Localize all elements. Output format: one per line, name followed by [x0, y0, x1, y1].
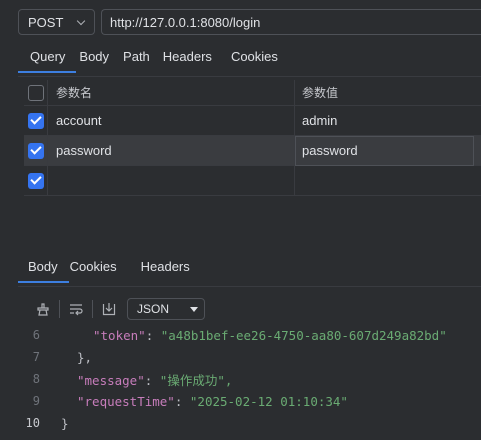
code-line: 9 "requestTime": "2025-02-12 01:10:34"	[0, 390, 481, 412]
json-key: "token"	[93, 327, 146, 343]
download-icon[interactable]	[95, 295, 123, 323]
url-text: http://127.0.0.1:8080/login	[110, 14, 261, 30]
row-check-cell	[24, 136, 48, 165]
line-number: 7	[32, 350, 40, 364]
tab-headers[interactable]: Headers	[163, 39, 226, 73]
param-name-cell[interactable]: account	[48, 106, 295, 135]
row-checkbox[interactable]	[27, 112, 44, 129]
param-value-cell[interactable]: admin	[295, 106, 481, 135]
code-line: 6 "token": "a48b1bef-ee26-4750-aa80-607d…	[0, 324, 481, 346]
params-table: 参数名 参数值 account admin password password	[24, 80, 481, 196]
json-key: "message"	[77, 372, 145, 388]
format-select[interactable]: JSON	[127, 298, 205, 320]
method-select[interactable]: POST	[18, 9, 95, 35]
table-header: 参数名 参数值	[24, 80, 481, 106]
chevron-down-icon	[76, 17, 86, 27]
tab-cookies[interactable]: Cookies	[226, 39, 278, 73]
code-line: 10 }	[0, 412, 481, 434]
row-check-cell	[24, 106, 48, 135]
code-text: "requestTime": "2025-02-12 01:10:34"	[77, 393, 348, 409]
tab-query[interactable]: Query	[18, 39, 77, 73]
caret-down-icon	[190, 306, 198, 312]
tab-path-label: Path	[123, 48, 150, 64]
request-bar: POST http://127.0.0.1:8080/login	[18, 9, 481, 35]
response-tabs: Body Cookies Headers	[18, 249, 190, 283]
code-text: "message": "操作成功",	[77, 372, 233, 388]
tab-response-headers[interactable]: Headers	[130, 249, 190, 283]
line-number: 10	[25, 416, 40, 430]
toolbar-separator	[92, 300, 93, 318]
response-tabs-divider	[18, 286, 481, 287]
code-text: },	[77, 349, 93, 365]
request-tabs: Query Body Path Headers Cookies	[18, 39, 278, 73]
param-value-editor[interactable]: password	[295, 135, 474, 166]
header-check-cell	[24, 80, 48, 105]
tab-body[interactable]: Body	[76, 39, 123, 73]
tab-response-cookies[interactable]: Cookies	[69, 249, 130, 283]
line-number: 8	[32, 372, 40, 386]
json-string: "2025-02-12 01:10:34"	[189, 393, 348, 409]
toolbar-separator	[59, 300, 60, 318]
tab-headers-label: Headers	[162, 48, 212, 64]
code-line: 8 "message": "操作成功",	[0, 368, 481, 390]
table-row: account admin	[24, 106, 481, 136]
select-all-checkbox[interactable]	[27, 84, 44, 101]
tab-response-headers-label: Headers	[140, 258, 190, 274]
param-value-cell[interactable]: password	[295, 135, 481, 166]
tab-response-body[interactable]: Body	[18, 249, 69, 283]
tabs-divider	[18, 76, 481, 77]
param-value-text: password	[302, 143, 358, 158]
tab-response-cookies-label: Cookies	[69, 258, 117, 274]
soft-wrap-icon[interactable]	[62, 295, 90, 323]
json-string: "a48b1bef-ee26-4750-aa80-607d249a82bd"	[160, 327, 447, 343]
code-text: "token": "a48b1bef-ee26-4750-aa80-607d24…	[93, 327, 447, 343]
format-label: JSON	[137, 302, 170, 316]
tab-path[interactable]: Path	[123, 39, 163, 73]
code-line: 7 },	[0, 346, 481, 368]
table-row	[24, 166, 481, 196]
row-checkbox[interactable]	[27, 172, 44, 189]
row-checkbox[interactable]	[27, 142, 44, 159]
tab-response-body-label: Body	[28, 258, 58, 274]
json-string: "操作成功",	[159, 372, 233, 388]
json-key: "requestTime"	[77, 393, 175, 409]
tab-body-label: Body	[79, 48, 110, 64]
clear-icon[interactable]	[29, 295, 57, 323]
tab-query-label: Query	[30, 48, 66, 64]
response-toolbar: JSON	[29, 295, 205, 323]
url-input[interactable]: http://127.0.0.1:8080/login	[101, 9, 481, 35]
column-header-value: 参数值	[302, 86, 339, 100]
column-header-name: 参数名	[48, 80, 295, 105]
table-row: password password	[24, 135, 481, 166]
param-name-cell[interactable]: password	[48, 136, 295, 165]
row-check-cell	[24, 166, 48, 195]
response-code: 6 "token": "a48b1bef-ee26-4750-aa80-607d…	[0, 324, 481, 434]
tab-cookies-label: Cookies	[230, 48, 278, 64]
code-text: }	[61, 415, 69, 431]
line-number: 9	[32, 394, 40, 408]
method-label: POST	[28, 14, 64, 30]
param-value-cell[interactable]	[295, 166, 481, 195]
param-name-cell[interactable]	[48, 166, 295, 195]
line-number: 6	[32, 328, 40, 342]
